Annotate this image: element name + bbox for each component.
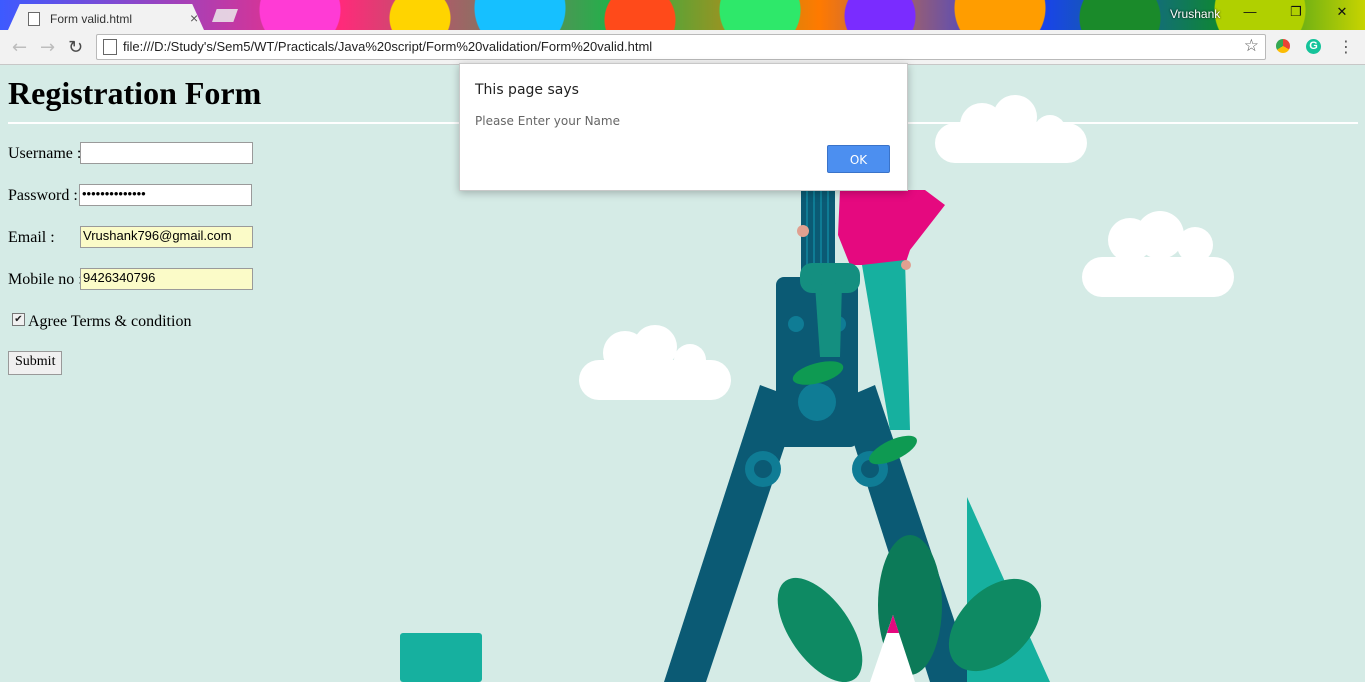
new-tab-button[interactable] [212, 9, 238, 22]
document-icon [28, 12, 40, 26]
profile-name[interactable]: Vrushank [1170, 7, 1220, 21]
page-info-icon[interactable] [103, 39, 117, 55]
dialog-message: Please Enter your Name [475, 114, 620, 128]
minimize-button[interactable]: — [1240, 4, 1260, 19]
dialog-title: This page says [475, 82, 579, 98]
tab-close-icon[interactable]: × [190, 10, 198, 26]
url-text[interactable]: file:///D:/Study's/Sem5/WT/Practicals/Ja… [123, 39, 652, 54]
browser-toolbar: ← → ↻ file:///D:/Study's/Sem5/WT/Practic… [0, 30, 1365, 65]
window-close-button[interactable]: ✕ [1332, 4, 1352, 20]
mobile-label: Mobile no : [8, 271, 83, 288]
submit-button[interactable]: Submit [8, 351, 63, 375]
dialog-ok-button[interactable]: OK [827, 145, 890, 173]
address-bar[interactable]: file:///D:/Study's/Sem5/WT/Practicals/Ja… [96, 34, 1266, 60]
back-icon[interactable]: ← [12, 37, 27, 58]
password-input[interactable]: •••••••••••••• [79, 184, 252, 206]
email-input[interactable]: Vrushank796@gmail.com [80, 226, 253, 248]
grammarly-extension-icon[interactable]: G [1306, 39, 1321, 54]
username-input[interactable] [80, 142, 253, 164]
window-titlebar: Form valid.html × Vrushank — ❐ ✕ [0, 0, 1365, 30]
alert-dialog: This page says Please Enter your Name OK [459, 63, 908, 191]
tab-title: Form valid.html [50, 12, 133, 26]
password-label: Password : [8, 187, 78, 204]
email-label: Email : [8, 229, 55, 246]
drive-extension-icon[interactable] [1276, 39, 1290, 53]
browser-menu-icon[interactable]: ⋮ [1338, 37, 1354, 56]
forward-icon[interactable]: → [40, 37, 55, 58]
terms-label: Agree Terms & condition [28, 313, 192, 330]
bookmark-star-icon[interactable]: ☆ [1244, 36, 1259, 56]
mobile-input[interactable]: 9426340796 [80, 268, 253, 290]
reload-icon[interactable]: ↻ [68, 37, 83, 58]
terms-checkbox[interactable]: ✔ [12, 313, 25, 326]
maximize-button[interactable]: ❐ [1286, 4, 1306, 20]
username-label: Username : [8, 145, 82, 162]
browser-tab[interactable]: Form valid.html × [8, 4, 204, 30]
